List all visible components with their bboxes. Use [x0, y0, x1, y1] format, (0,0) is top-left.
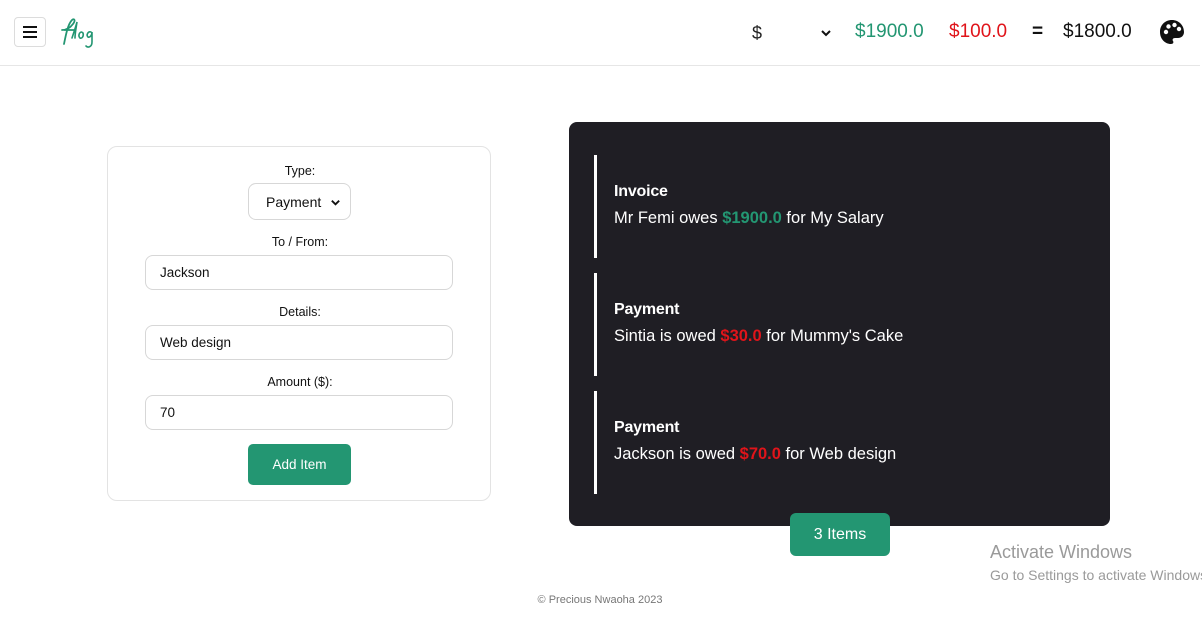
amount-label: Amount ($): [267, 375, 333, 389]
chevron-down-icon [331, 200, 340, 206]
item-amount: $30.0 [720, 327, 762, 345]
item-type: Payment [614, 301, 680, 318]
currency-select[interactable]: $ [752, 20, 832, 46]
amount-value: 70 [160, 405, 176, 420]
type-label: Type: [284, 164, 316, 178]
add-item-form: Type: Payment To / From: Jackson Details… [107, 146, 491, 501]
item-text: Sintia is owed [614, 327, 721, 345]
to-from-value: Jackson [160, 265, 210, 280]
item-text: for My Salary [781, 209, 884, 227]
add-item-button[interactable]: Add Item [248, 444, 351, 485]
item-description: Mr Femi owes $1900.0 for My Salary [614, 209, 884, 228]
amount-input[interactable]: 70 [145, 395, 453, 430]
list-item: Payment Sintia is owed $30.0 for Mummy's… [594, 273, 1074, 376]
details-input[interactable]: Web design [145, 325, 453, 360]
item-count-button[interactable]: 3 Items [790, 513, 890, 556]
activate-windows-subtitle: Go to Settings to activate Windows. [990, 567, 1202, 583]
item-text: for Web design [780, 445, 897, 463]
currency-value: $ [752, 22, 763, 43]
palette-icon[interactable] [1159, 19, 1185, 45]
to-from-input[interactable]: Jackson [145, 255, 453, 290]
details-value: Web design [160, 335, 232, 350]
item-type: Payment [614, 419, 680, 436]
top-navbar: $ $1900.0 $100.0 = $1800.0 [0, 0, 1200, 66]
equals-sign: = [1032, 21, 1044, 42]
menu-button[interactable] [14, 17, 46, 47]
item-text: for Mummy's Cake [761, 327, 904, 345]
to-from-label: To / From: [271, 235, 329, 249]
hamburger-icon [23, 26, 37, 38]
type-select[interactable]: Payment [248, 183, 351, 220]
type-select-value: Payment [266, 193, 322, 210]
total-expense: $100.0 [949, 21, 1008, 42]
chevron-down-icon [821, 30, 831, 37]
footer-copyright: © Precious Nwaoha 2023 [537, 594, 663, 606]
activate-windows-title: Activate Windows [990, 542, 1133, 562]
net-balance: $1800.0 [1063, 21, 1132, 42]
item-amount: $1900.0 [722, 209, 782, 227]
item-text: Jackson is owed [614, 445, 740, 463]
total-income: $1900.0 [855, 21, 924, 42]
list-item: Payment Jackson is owed $70.0 for Web de… [594, 391, 1074, 494]
item-type: Invoice [614, 183, 668, 200]
details-label: Details: [279, 305, 321, 319]
items-list-panel: Invoice Mr Femi owes $1900.0 for My Sala… [569, 122, 1110, 526]
list-item: Invoice Mr Femi owes $1900.0 for My Sala… [594, 155, 1074, 258]
item-description: Jackson is owed $70.0 for Web design [614, 445, 896, 464]
item-amount: $70.0 [739, 445, 781, 463]
item-description: Sintia is owed $30.0 for Mummy's Cake [614, 327, 903, 346]
item-text: Mr Femi owes [614, 209, 723, 227]
flog-logo[interactable] [58, 14, 98, 52]
